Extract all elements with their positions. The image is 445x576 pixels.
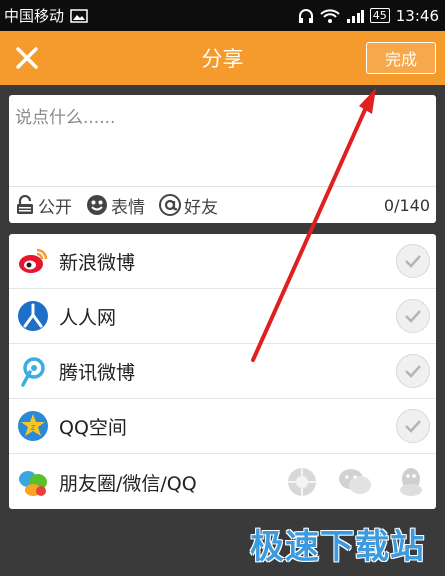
select-toggle[interactable] [396,409,430,443]
title-bar: 分享 完成 [0,31,445,85]
platform-name: 新浪微博 [59,251,136,274]
checkmark-icon [405,420,421,433]
status-bar: 中国移动 45 13:46 [0,0,445,31]
moments-button[interactable] [284,464,320,500]
renren-icon [17,300,49,332]
qzone-icon: z [17,410,49,442]
checkmark-icon [405,365,421,378]
clock: 13:46 [395,6,439,25]
select-toggle[interactable] [396,354,430,388]
platform-row-wechat-qq[interactable]: 朋友圈/微信/QQ [9,454,436,510]
visibility-public-button[interactable]: 公开 [15,193,72,218]
at-icon [159,194,181,216]
done-button[interactable]: 完成 [366,42,436,74]
share-text-input[interactable] [15,103,425,183]
headphones-icon [298,8,314,23]
close-button[interactable] [0,31,54,85]
character-counter: 0/140 [383,195,430,215]
mention-friends-button[interactable]: 好友 [159,193,218,218]
moments-icon [288,468,316,496]
emoji-icon [87,195,107,215]
platform-row-tencent-weibo[interactable]: 腾讯微博 [9,344,436,399]
compose-box: 公开 表情 好友 0/140 [9,95,436,223]
wechat-icon [339,469,371,494]
public-label: 公开 [38,197,72,218]
wifi-icon [320,8,340,23]
select-toggle[interactable] [396,299,430,333]
carrier-label: 中国移动 [4,7,65,25]
checkmark-icon [405,255,421,268]
watermark: 极速下载站 [250,527,425,567]
weibo-icon [17,245,49,277]
qq-button[interactable] [393,464,429,500]
platform-name: 人人网 [59,306,117,329]
emoji-label: 表情 [111,197,145,218]
qq-penguin-icon [400,468,422,496]
lock-icon [17,195,33,214]
platform-row-renren[interactable]: 人人网 [9,289,436,344]
share-platform-list: 新浪微博 人人网 腾讯微博 z QQ空间 朋友圈/微信/QQ [9,234,436,509]
platform-name: 腾讯微博 [59,361,136,384]
emoji-button[interactable]: 表情 [86,193,145,218]
signal-icon [346,9,364,23]
select-toggle[interactable] [396,244,430,278]
wechat-qq-icon [17,466,49,498]
tencent-weibo-icon [17,355,49,387]
image-notification-icon [70,8,88,23]
platform-name: QQ空间 [59,416,127,439]
close-icon [16,47,38,69]
battery-icon: 45 [369,8,390,23]
platform-row-weibo[interactable]: 新浪微博 [9,234,436,289]
checkmark-icon [405,310,421,323]
wechat-button[interactable] [337,464,373,500]
friends-label: 好友 [184,197,218,218]
compose-toolbar: 公开 表情 好友 0/140 [9,186,436,223]
svg-text:z: z [31,422,36,432]
platform-name: 朋友圈/微信/QQ [59,472,197,495]
platform-row-qzone[interactable]: z QQ空间 [9,399,436,454]
